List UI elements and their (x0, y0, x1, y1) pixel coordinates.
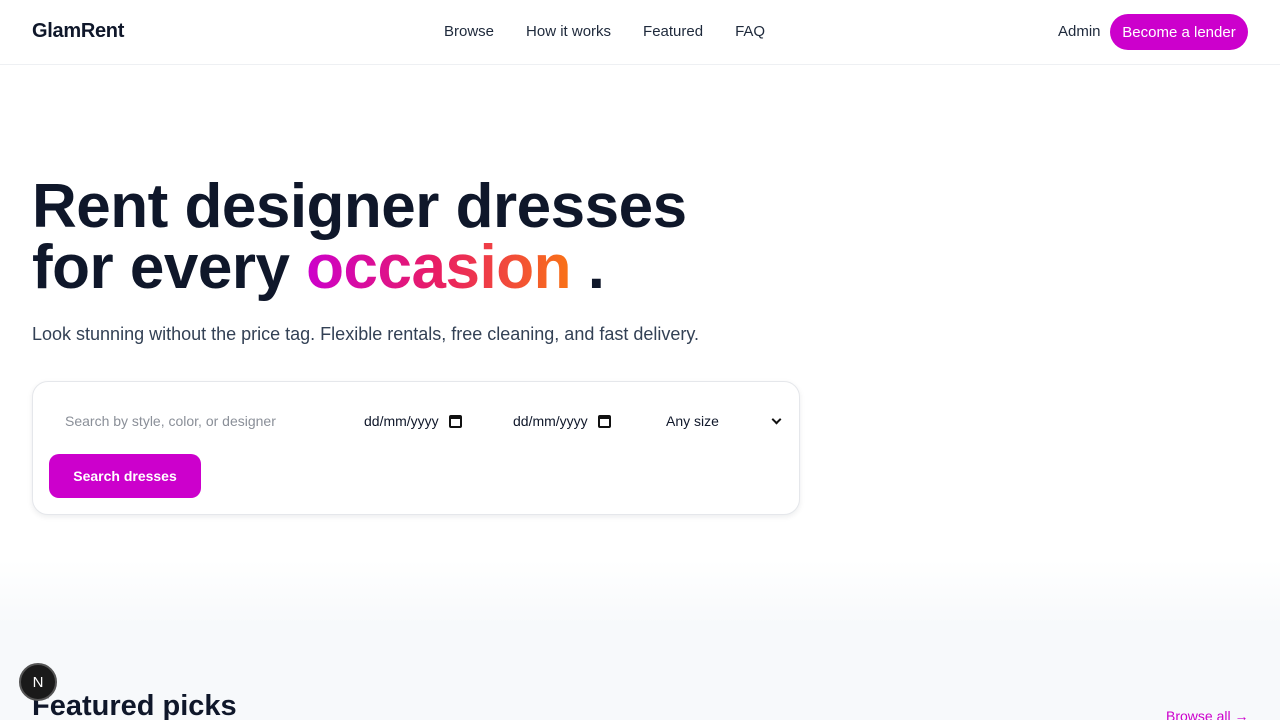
logo[interactable]: GlamRent (32, 20, 124, 43)
hero-title-line1: Rent designer dresses (32, 172, 687, 241)
featured-section: Featured picks Browse all → (0, 560, 1280, 720)
search-dresses-button[interactable]: Search dresses (49, 454, 201, 498)
site-header: GlamRent Browse How it works Featured FA… (0, 0, 1280, 65)
chevron-down-icon (771, 414, 782, 424)
end-date-text: dd/mm/yyyy (513, 413, 588, 429)
hero-title-prefix: for every (32, 233, 290, 302)
start-date-field[interactable]: dd/mm/yyyy (364, 410, 462, 432)
dev-tools-badge[interactable]: N (19, 663, 57, 701)
start-date-text: dd/mm/yyyy (364, 413, 439, 429)
main-nav: Browse How it works Featured FAQ (444, 23, 765, 40)
hero-subtitle: Look stunning without the price tag. Fle… (32, 324, 700, 344)
end-date-field[interactable]: dd/mm/yyyy (513, 410, 611, 432)
browse-all-link[interactable]: Browse all → (1166, 708, 1248, 720)
size-select[interactable]: Any size (666, 410, 782, 432)
size-select-value: Any size (666, 413, 719, 429)
nav-how-it-works[interactable]: How it works (526, 23, 611, 40)
featured-title: Featured picks (32, 690, 237, 720)
hero-title-accent: occasion (306, 233, 571, 302)
nav-featured[interactable]: Featured (643, 23, 703, 40)
calendar-icon[interactable] (448, 414, 462, 428)
hero-title-suffix: . (587, 233, 605, 302)
search-card: dd/mm/yyyy dd/mm/yyyy Any size Search dr… (32, 381, 800, 515)
nav-browse[interactable]: Browse (444, 23, 494, 40)
nav-faq[interactable]: FAQ (735, 23, 765, 40)
hero-title: Rent designer dresses for every occasion… (32, 176, 687, 299)
search-input[interactable] (49, 402, 339, 440)
admin-link[interactable]: Admin (1058, 23, 1101, 40)
become-lender-button[interactable]: Become a lender (1110, 14, 1248, 50)
calendar-icon[interactable] (597, 414, 611, 428)
